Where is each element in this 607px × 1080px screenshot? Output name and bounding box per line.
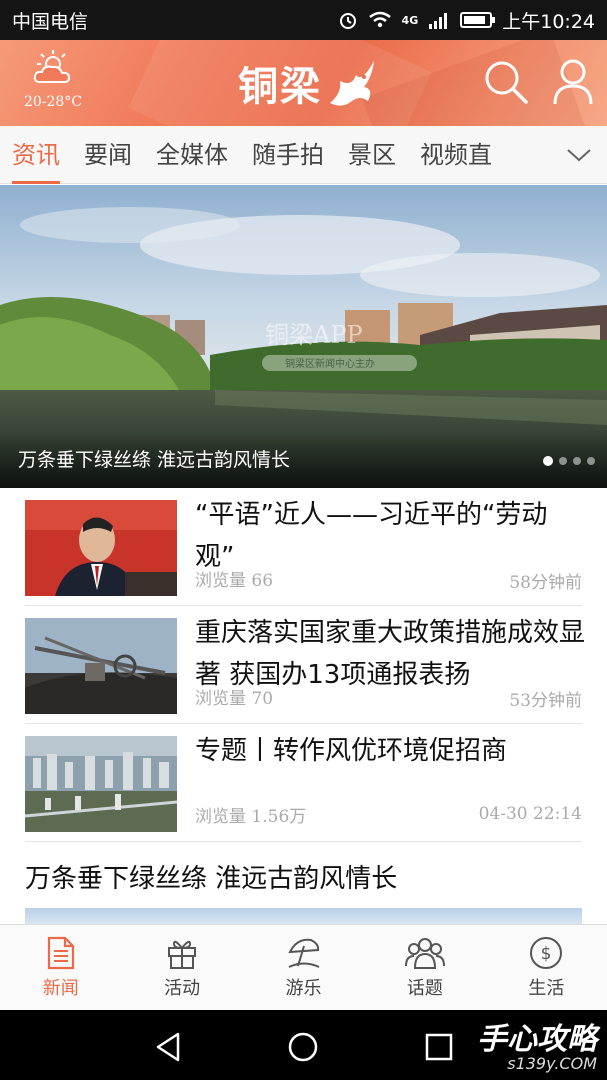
tab-item[interactable]: 全媒体 [144, 126, 240, 184]
tab-item[interactable]: 要闻 [72, 126, 144, 184]
news-thumbnail [25, 500, 177, 596]
news-views: 浏览量 66 [195, 566, 273, 591]
category-tabs: 资讯 要闻 全媒体 随手拍 景区 视频直 [0, 126, 607, 184]
site-watermark: 手心攻略 s139y.COM [477, 1014, 597, 1073]
banner-carousel[interactable]: 铜梁APP 铜梁区新闻中心主办 万条垂下绿丝绦 淮远古韵风情长 [0, 185, 607, 488]
carousel-dot[interactable] [543, 456, 553, 466]
nav-label: 新闻 [42, 977, 79, 999]
views-label: 浏览量 [195, 571, 246, 591]
temperature-label: 20-28°C [23, 94, 83, 110]
tab-item[interactable]: 景区 [336, 126, 408, 184]
nav-label: 游乐 [285, 977, 322, 999]
section-preview-image [25, 908, 582, 924]
banner-caption[interactable]: 万条垂下绿丝绦 淮远古韵风情长 [18, 445, 290, 472]
dollar-circle-icon: $ [530, 936, 563, 969]
views-count: 70 [251, 689, 274, 709]
clock-label: 上午10:24 [502, 10, 595, 33]
news-time: 53分钟前 [509, 691, 582, 711]
views-count: 66 [251, 571, 274, 591]
more-tabs-button[interactable] [550, 126, 607, 184]
nav-item-topics[interactable]: 话题 [364, 925, 485, 1010]
user-icon[interactable] [552, 58, 594, 106]
carousel-dot[interactable] [587, 457, 595, 465]
news-doc-icon [47, 936, 74, 969]
news-time: 58分钟前 [509, 573, 582, 593]
logo-text: 铜梁 [238, 63, 322, 110]
tab-item[interactable]: 资讯 [0, 126, 72, 184]
news-title[interactable]: 专题丨转作风优环境促招商 [195, 730, 585, 772]
weather-widget[interactable]: 20-28°C [18, 48, 88, 110]
nav-item-life[interactable]: $ 生活 [486, 925, 607, 1010]
news-views: 浏览量 70 [195, 684, 273, 709]
battery-icon [460, 12, 496, 28]
tab-item[interactable]: 视频直 [408, 126, 504, 184]
news-item[interactable]: “平语”近人——习近平的“劳动观” 浏览量 66 58分钟前 [25, 488, 582, 606]
status-icons: 4G 上午10:24 [338, 7, 595, 34]
news-thumbnail [25, 618, 177, 714]
views-count: 1.56万 [251, 807, 307, 827]
bottom-navigation: 新闻 活动 游乐 话题 $ 生活 [0, 924, 607, 1010]
tabs-scroll: 资讯 要闻 全媒体 随手拍 景区 视频直 [0, 126, 550, 184]
gift-icon [168, 940, 197, 969]
app-logo: 铜梁 [238, 48, 382, 118]
nav-label: 活动 [164, 977, 201, 999]
signal-icon [429, 13, 448, 29]
tab-item[interactable]: 随手拍 [240, 126, 336, 184]
weather-cloud-sun-icon [33, 50, 71, 83]
section-title[interactable]: 万条垂下绿丝绦 淮远古韵风情长 [25, 858, 397, 895]
carousel-indicator [543, 456, 595, 466]
views-label: 浏览量 [195, 807, 246, 827]
back-icon[interactable] [152, 1030, 186, 1064]
nav-item-news[interactable]: 新闻 [0, 925, 121, 1010]
views-label: 浏览量 [195, 689, 246, 709]
banner-watermark-sub: 铜梁区新闻中心主办 [285, 357, 375, 370]
beach-umbrella-icon [287, 938, 319, 968]
search-icon[interactable] [482, 58, 530, 106]
people-group-icon [404, 937, 445, 969]
chevron-down-icon [566, 148, 591, 161]
dragon-logo-icon [330, 61, 374, 106]
carousel-dot[interactable] [573, 457, 581, 465]
carousel-dot[interactable] [559, 457, 567, 465]
nav-item-activities[interactable]: 活动 [121, 925, 242, 1010]
news-item[interactable]: 重庆落实国家重大政策措施成效显著 获国办13项通报表扬 浏览量 70 53分钟前 [25, 606, 585, 724]
network-type: 4G [401, 13, 419, 27]
news-time: 04-30 22:14 [478, 804, 582, 824]
nav-item-entertainment[interactable]: 游乐 [243, 925, 364, 1010]
news-views: 浏览量 1.56万 [195, 802, 306, 827]
alarm-icon [339, 13, 356, 29]
news-thumbnail [25, 736, 177, 832]
svg-text:$: $ [541, 944, 552, 964]
banner-watermark-title: 铜梁APP [265, 321, 363, 349]
recents-icon[interactable] [424, 1030, 454, 1064]
app-header: 20-28°C 铜梁 [0, 40, 607, 126]
home-icon[interactable] [286, 1030, 320, 1064]
carrier-label: 中国电信 [12, 10, 89, 33]
nav-label: 话题 [406, 977, 443, 999]
nav-label: 生活 [528, 977, 565, 999]
wifi-icon [368, 11, 391, 28]
news-item[interactable]: 专题丨转作风优环境促招商 浏览量 1.56万 04-30 22:14 [25, 724, 582, 842]
watermark-main: 手心攻略 [477, 1022, 597, 1057]
status-bar: 中国电信 4G 上午10:24 [0, 0, 607, 40]
